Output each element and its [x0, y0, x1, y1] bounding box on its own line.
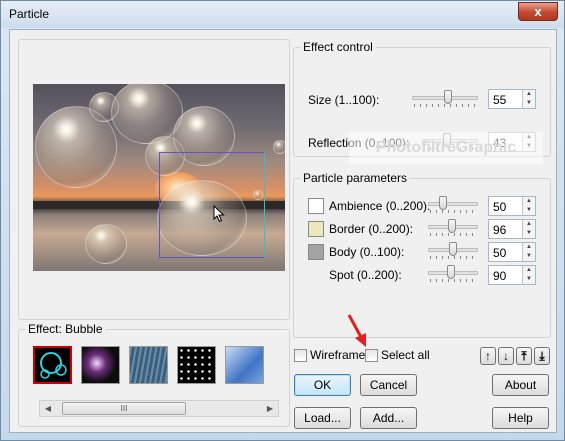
effect-scrollbar[interactable]: ◀ III ▶ — [39, 400, 279, 417]
effect-thumb-clouds[interactable] — [225, 346, 264, 384]
title-bar: Particle x — [1, 1, 564, 28]
cancel-button[interactable]: Cancel — [360, 374, 417, 396]
ambience-color-swatch[interactable] — [308, 198, 324, 214]
bubble — [273, 140, 285, 154]
particle-parameters-panel: Particle parameters Ambience (0..200): 5… — [293, 171, 551, 338]
ambience-value[interactable]: 50 — [493, 200, 506, 214]
effect-title: Effect: Bubble — [25, 322, 106, 336]
spin-down-icon[interactable]: ▼ — [523, 229, 535, 238]
border-color-swatch[interactable] — [308, 221, 324, 237]
spot-label: Spot (0..200): — [329, 268, 402, 282]
size-slider-knob[interactable] — [444, 90, 452, 104]
scroll-left-icon[interactable]: ◀ — [40, 401, 56, 416]
spin-up-icon[interactable]: ▲ — [523, 266, 535, 275]
size-label: Size (1..100): — [308, 93, 380, 107]
arrow-up-icon: ↑ — [485, 349, 491, 363]
spin-up-icon[interactable]: ▲ — [523, 90, 535, 99]
move-up-button[interactable]: ↑ — [480, 347, 496, 365]
ambience-slider-knob[interactable] — [439, 196, 447, 210]
size-spinbox[interactable]: 55 ▲ ▼ — [488, 89, 536, 109]
effect-control-title: Effect control — [300, 40, 376, 54]
spin-down-icon[interactable]: ▼ — [523, 252, 535, 261]
arrow-down-icon: ↓ — [503, 349, 509, 363]
particle-parameters-title: Particle parameters — [300, 171, 411, 185]
wireframe-label[interactable]: Wireframe — [310, 348, 365, 362]
border-label: Border (0..200): — [329, 222, 414, 236]
select-all-label[interactable]: Select all — [381, 348, 430, 362]
spot-spinbox[interactable]: 90 ▲ ▼ — [488, 265, 536, 285]
preview-image[interactable] — [33, 84, 285, 271]
border-slider-knob[interactable] — [448, 219, 456, 233]
body-value[interactable]: 50 — [493, 246, 506, 260]
arrow-to-bottom-icon: ⤓ — [539, 348, 545, 363]
scroll-right-icon[interactable]: ▶ — [262, 401, 278, 416]
move-bottom-button[interactable]: ⤓ — [534, 347, 550, 365]
about-button[interactable]: About — [492, 374, 549, 396]
preview-panel — [18, 39, 290, 320]
size-value[interactable]: 55 — [493, 93, 506, 107]
effect-thumb-sparkle[interactable] — [81, 346, 120, 384]
spin-down-icon[interactable]: ▼ — [523, 275, 535, 284]
spot-slider-knob[interactable] — [447, 265, 455, 279]
ok-button[interactable]: OK — [294, 374, 351, 396]
window-title: Particle — [9, 7, 50, 21]
spin-up-icon[interactable]: ▲ — [523, 197, 535, 206]
move-top-button[interactable]: ⤒ — [516, 347, 532, 365]
ambience-spinbox[interactable]: 50 ▲ ▼ — [488, 196, 536, 216]
annotation-arrow-icon — [347, 314, 366, 347]
particle-dialog: Particle x Effect: Bubble ◀ III ▶ Effect… — [0, 0, 565, 441]
body-spinbox[interactable]: 50 ▲ ▼ — [488, 242, 536, 262]
add-button[interactable]: Add... — [360, 407, 417, 429]
effect-thumb-bubble[interactable] — [33, 346, 72, 384]
move-down-button[interactable]: ↓ — [498, 347, 514, 365]
cursor-icon — [213, 205, 225, 223]
spin-down-icon[interactable]: ▼ — [523, 206, 535, 215]
spin-down-icon[interactable]: ▼ — [523, 99, 535, 108]
close-icon: x — [534, 4, 542, 19]
body-color-swatch[interactable] — [308, 244, 324, 260]
size-slider[interactable] — [412, 90, 478, 108]
effect-thumb-rain[interactable] — [129, 346, 168, 384]
body-slider-knob[interactable] — [449, 242, 457, 256]
effect-panel: Effect: Bubble ◀ III ▶ — [18, 322, 290, 427]
ambience-slider[interactable] — [428, 196, 478, 214]
wireframe-checkbox[interactable] — [294, 349, 307, 362]
spin-up-icon[interactable]: ▲ — [523, 243, 535, 252]
bubble-effect-icon — [40, 352, 67, 379]
ambience-label: Ambience (0..200): — [329, 199, 431, 213]
border-slider[interactable] — [428, 219, 478, 237]
spot-slider[interactable] — [428, 265, 478, 283]
scrollbar-thumb[interactable]: III — [62, 402, 186, 415]
body-slider[interactable] — [428, 242, 478, 260]
body-label: Body (0..100): — [329, 245, 405, 259]
arrow-to-top-icon: ⤒ — [521, 348, 527, 363]
selection-rectangle[interactable] — [159, 152, 265, 258]
load-button[interactable]: Load... — [294, 407, 351, 429]
border-value[interactable]: 96 — [493, 223, 506, 237]
border-spinbox[interactable]: 96 ▲ ▼ — [488, 219, 536, 239]
watermark: PhotofiltreGraphic — [349, 132, 543, 164]
select-all-checkbox[interactable] — [365, 349, 378, 362]
bubble — [85, 224, 127, 264]
close-button[interactable]: x — [518, 2, 558, 21]
spin-up-icon[interactable]: ▲ — [523, 220, 535, 229]
dialog-client-area: Effect: Bubble ◀ III ▶ Effect control Si… — [9, 29, 557, 433]
effect-thumb-snow[interactable] — [177, 346, 216, 384]
spot-value[interactable]: 90 — [493, 269, 506, 283]
help-button[interactable]: Help — [492, 407, 549, 429]
